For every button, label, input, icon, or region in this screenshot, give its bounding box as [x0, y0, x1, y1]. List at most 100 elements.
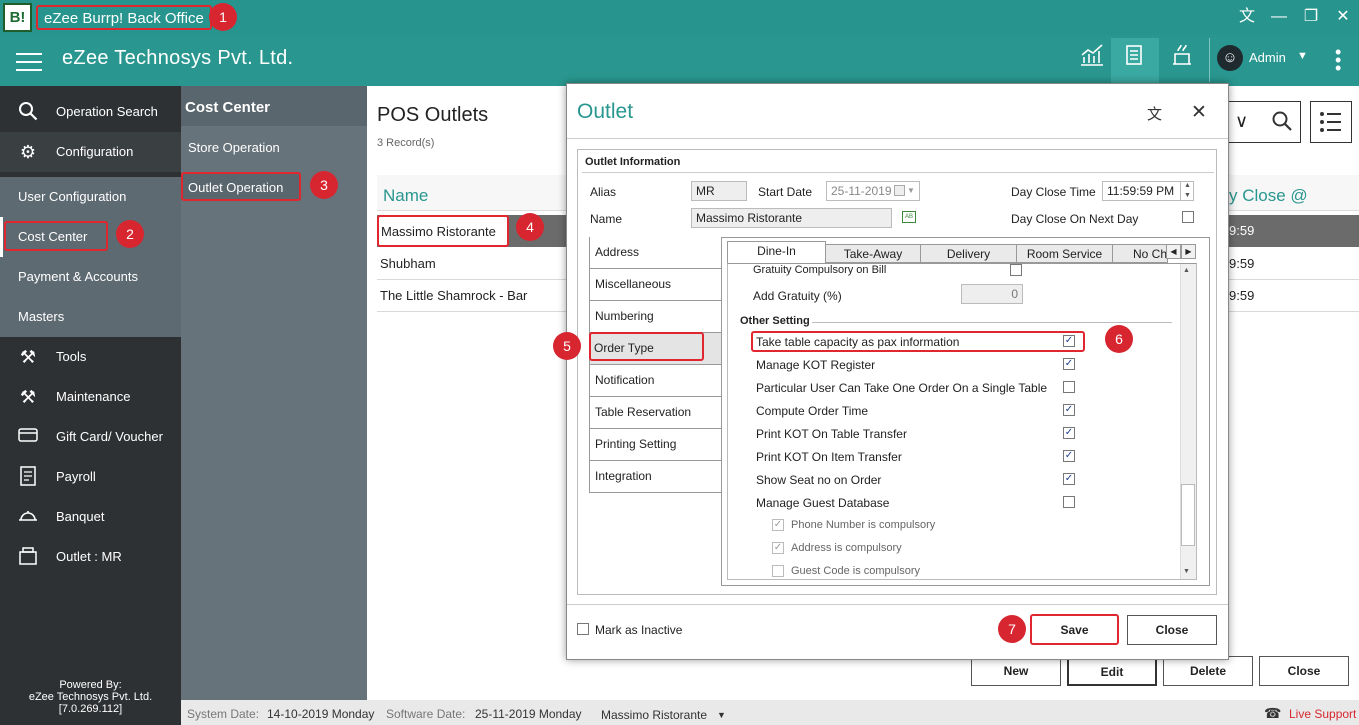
alias-field[interactable]: MR	[691, 181, 747, 201]
minimize-icon[interactable]: —	[1268, 6, 1290, 28]
calendar-icon[interactable]	[894, 185, 905, 196]
tab-order-type-highlight[interactable]: Order Type	[589, 332, 704, 361]
tab-miscellaneous[interactable]: Miscellaneous	[589, 269, 722, 301]
software-date-label: Software Date:	[386, 707, 466, 721]
setting-checkbox[interactable]	[1063, 450, 1075, 462]
submenu-item-outlet-operation[interactable]: Outlet Operation	[181, 172, 301, 201]
search-toolbar: ∨	[1225, 101, 1301, 143]
day-close-next-checkbox[interactable]	[1182, 211, 1194, 223]
live-support-link[interactable]: Live Support	[1289, 707, 1356, 721]
outlet-dropdown-icon[interactable]: ▼	[717, 710, 726, 720]
more-options-icon[interactable]: • • •	[1335, 43, 1341, 77]
software-date: 25-11-2019 Monday	[475, 707, 582, 721]
tab-numbering[interactable]: Numbering	[589, 301, 722, 333]
sub-setting-checkbox[interactable]	[772, 519, 784, 531]
tab-address[interactable]: Address	[589, 237, 722, 269]
setting-checkbox[interactable]	[1063, 358, 1075, 370]
table-row[interactable]: Shubham	[380, 256, 436, 271]
submenu-label: Outlet Operation	[188, 180, 284, 195]
sidebar-item-user-configuration[interactable]: User Configuration	[0, 177, 181, 217]
user-avatar-icon[interactable]: ☺	[1217, 45, 1243, 71]
scroll-up-icon[interactable]: ▲	[1183, 267, 1190, 274]
add-gratuity-field[interactable]: 0	[961, 284, 1023, 304]
sub-setting-checkbox[interactable]	[772, 542, 784, 554]
start-date-field[interactable]: 25-11-2019	[826, 181, 920, 201]
sidebar-item-masters[interactable]: Masters	[0, 297, 181, 337]
tab-printing-setting[interactable]: Printing Setting	[589, 429, 722, 461]
list-view-icon[interactable]	[1310, 101, 1352, 143]
system-date-label: System Date:	[187, 707, 260, 721]
headset-icon[interactable]: ☎	[1264, 705, 1281, 722]
sidebar-item-payment-accounts[interactable]: Payment & Accounts	[0, 257, 181, 297]
tab-take-away[interactable]: Take-Away	[825, 244, 921, 263]
sidebar-item-gift-card[interactable]: Gift Card/ Voucher	[0, 417, 181, 457]
tab-notification[interactable]: Notification	[589, 365, 722, 397]
table-row-name-highlight[interactable]: Massimo Ristorante	[377, 215, 509, 247]
name-field[interactable]: Massimo Ristorante	[691, 208, 892, 228]
sub-setting-checkbox[interactable]	[772, 565, 784, 577]
tab-scroll-left-icon[interactable]: ◀	[1166, 244, 1181, 259]
annotation-badge-3: 3	[310, 171, 338, 199]
sidebar-item-outlet[interactable]: Outlet : MR	[0, 537, 181, 577]
kitchen-icon[interactable]	[1158, 38, 1206, 84]
user-dropdown-icon[interactable]: ▼	[1297, 50, 1308, 62]
restore-icon[interactable]: ❐	[1300, 6, 1322, 28]
close-window-icon[interactable]: ✕	[1332, 6, 1354, 28]
date-dropdown-icon[interactable]: ▼	[907, 186, 915, 195]
scroll-down-icon[interactable]: ▼	[1183, 568, 1190, 575]
dialog-close-button[interactable]: Close	[1127, 615, 1217, 645]
table-row[interactable]: The Little Shamrock - Bar	[380, 288, 527, 303]
day-close-time-label: Day Close Time	[1011, 185, 1096, 199]
sidebar-item-banquet[interactable]: Banquet	[0, 497, 181, 537]
sidebar-label: User Configuration	[18, 189, 127, 204]
setting-checkbox[interactable]	[1063, 381, 1075, 393]
dialog-close-icon[interactable]: ✕	[1191, 101, 1207, 124]
outlet-selector[interactable]: Massimo Ristorante	[601, 708, 707, 722]
column-header-name[interactable]: Name	[383, 186, 428, 206]
setting-checkbox[interactable]	[1063, 496, 1075, 508]
sidebar-item-configuration[interactable]: ⚙ Configuration	[0, 132, 181, 172]
search-icon[interactable]	[1271, 110, 1293, 135]
submenu-item-store-operation[interactable]: Store Operation	[188, 140, 280, 155]
translate-icon[interactable]: 文	[1236, 6, 1258, 28]
new-button[interactable]: New	[971, 656, 1061, 686]
delete-button[interactable]: Delete	[1163, 656, 1253, 686]
edit-button[interactable]: Edit	[1067, 656, 1157, 686]
sidebar-label: Payroll	[56, 469, 96, 484]
scrollbar-thumb[interactable]	[1181, 484, 1195, 546]
setting-checkbox[interactable]	[1063, 404, 1075, 416]
app-logo: B!	[3, 3, 32, 32]
tab-room-service[interactable]: Room Service	[1016, 244, 1113, 263]
gratuity-compulsory-checkbox[interactable]	[1010, 264, 1022, 276]
sidebar-label: Configuration	[56, 144, 134, 159]
tab-no-charge[interactable]: No Ch	[1112, 244, 1168, 263]
setting-checkbox[interactable]	[1063, 473, 1075, 485]
time-spinner-icon[interactable]: ▲ ▼	[1180, 181, 1194, 201]
sidebar-item-operation-search[interactable]: Operation Search	[0, 92, 181, 132]
sidebar-item-tools[interactable]: ⚒ Tools	[0, 337, 181, 377]
column-header-day-close[interactable]: y Close @	[1229, 186, 1308, 206]
powered-by: Powered By: eZee Technosys Pvt. Ltd. [7.…	[0, 679, 181, 715]
tab-scroll-right-icon[interactable]: ▶	[1181, 244, 1196, 259]
reports-chart-icon[interactable]	[1068, 38, 1116, 84]
sidebar-item-maintenance[interactable]: ⚒ Maintenance	[0, 377, 181, 417]
language-icon[interactable]: AB	[902, 211, 916, 223]
hamburger-menu-icon[interactable]	[16, 50, 42, 72]
user-name[interactable]: Admin	[1249, 50, 1286, 65]
tab-delivery[interactable]: Delivery	[920, 244, 1017, 263]
close-button[interactable]: Close	[1259, 656, 1349, 686]
setting-checkbox[interactable]	[1063, 427, 1075, 439]
chevron-down-icon[interactable]: ∨	[1235, 111, 1248, 132]
setting-label: Print KOT On Item Transfer	[756, 450, 902, 464]
sidebar-item-payroll[interactable]: Payroll	[0, 457, 181, 497]
sub-setting-label: Address is compulsory	[791, 542, 902, 554]
save-button[interactable]: Save	[1030, 614, 1119, 645]
row-time: 9:59	[1229, 288, 1255, 303]
translate-icon[interactable]: 文	[1147, 103, 1162, 124]
tab-integration[interactable]: Integration	[589, 461, 722, 493]
tab-table-reservation[interactable]: Table Reservation	[589, 397, 722, 429]
setting-checkbox[interactable]	[1063, 335, 1075, 347]
mark-inactive-checkbox[interactable]	[577, 623, 589, 635]
tab-dine-in[interactable]: Dine-In	[727, 241, 826, 264]
documents-icon[interactable]	[1111, 38, 1159, 84]
